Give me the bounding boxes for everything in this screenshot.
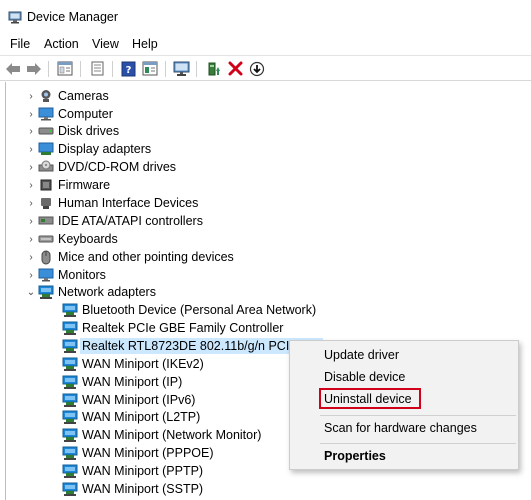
- menu-file[interactable]: File: [10, 37, 30, 51]
- title-bar: Device Manager: [0, 0, 531, 34]
- tree-item-wan-network-monitor[interactable]: WAN Miniport (Network Monitor): [62, 426, 261, 444]
- chevron-right-icon[interactable]: ›: [24, 212, 38, 230]
- context-menu: Update driver Disable device Uninstall d…: [289, 340, 519, 470]
- tree-item-dvd-drives[interactable]: › DVD/CD-ROM drives: [24, 158, 176, 176]
- tree-item-monitors[interactable]: › Monitors: [24, 266, 106, 284]
- scan-hardware-icon[interactable]: [172, 60, 190, 77]
- forward-arrow-icon[interactable]: [25, 60, 43, 77]
- chevron-right-icon[interactable]: ›: [24, 140, 38, 158]
- svg-text:?: ?: [125, 65, 131, 76]
- tree-item-wan-l2tp[interactable]: WAN Miniport (L2TP): [62, 408, 200, 426]
- mouse-icon: [38, 249, 54, 265]
- network-adapter-icon: [62, 427, 78, 443]
- chevron-right-icon[interactable]: ›: [24, 266, 38, 284]
- window-title: Device Manager: [27, 10, 119, 24]
- tree-item-wan-ipv6[interactable]: WAN Miniport (IPv6): [62, 391, 195, 409]
- tree-item-wan-ikev2[interactable]: WAN Miniport (IKEv2): [62, 355, 204, 373]
- network-adapter-icon: [62, 409, 78, 425]
- network-adapter-icon: [62, 481, 78, 497]
- network-adapter-icon: [62, 302, 78, 318]
- view-icon[interactable]: [141, 60, 159, 77]
- chevron-right-icon[interactable]: ›: [24, 194, 38, 212]
- computer-icon: [38, 106, 54, 122]
- update-driver-icon[interactable]: [204, 60, 222, 77]
- firmware-icon: [38, 177, 54, 193]
- dvd-drive-icon: [38, 159, 54, 175]
- tree-item-computer[interactable]: › Computer: [24, 105, 113, 123]
- camera-icon: [38, 88, 54, 104]
- network-adapter-icon: [62, 392, 78, 408]
- network-adapter-icon: [62, 374, 78, 390]
- tree-item-wan-ip[interactable]: WAN Miniport (IP): [62, 373, 182, 391]
- tree-item-hid[interactable]: › Human Interface Devices: [24, 194, 198, 212]
- tree-item-ide-controllers[interactable]: › IDE ATA/ATAPI controllers: [24, 212, 203, 230]
- network-adapter-icon: [62, 463, 78, 479]
- tree-item-wan-pptp[interactable]: WAN Miniport (PPTP): [62, 462, 203, 480]
- tree-item-network-adapters[interactable]: ⌄ Network adapters: [24, 283, 156, 301]
- chevron-right-icon[interactable]: ›: [24, 248, 38, 266]
- tree-item-wan-pppoe[interactable]: WAN Miniport (PPPOE): [62, 444, 214, 462]
- menu-view[interactable]: View: [92, 37, 119, 51]
- tree-item-mice[interactable]: › Mice and other pointing devices: [24, 248, 234, 266]
- menu-item-properties[interactable]: Properties: [290, 445, 518, 467]
- keyboard-icon: [38, 231, 54, 247]
- chevron-right-icon[interactable]: ›: [24, 230, 38, 248]
- tree-item-cameras[interactable]: › Cameras: [24, 87, 108, 105]
- chevron-right-icon[interactable]: ›: [24, 176, 38, 194]
- tree-item-firmware[interactable]: › Firmware: [24, 176, 110, 194]
- menu-item-update-driver[interactable]: Update driver: [290, 344, 518, 366]
- uninstall-highlight-box: [319, 388, 421, 409]
- menu-help[interactable]: Help: [132, 37, 158, 51]
- tree-item-wan-sstp[interactable]: WAN Miniport (SSTP): [62, 480, 203, 498]
- tree-item-realtek-wifi[interactable]: Realtek RTL8723DE 802.11b/g/n PCIe Ada: [62, 337, 324, 355]
- network-adapter-icon: [38, 284, 54, 300]
- menu-separator: [320, 443, 516, 444]
- tree-item-disk-drives[interactable]: › Disk drives: [24, 122, 119, 140]
- network-adapter-icon: [62, 338, 78, 354]
- show-hide-console-tree-icon[interactable]: [56, 60, 74, 77]
- menu-item-disable-device[interactable]: Disable device: [290, 366, 518, 388]
- network-adapter-icon: [62, 356, 78, 372]
- device-manager-icon: [8, 11, 22, 24]
- chevron-right-icon[interactable]: ›: [24, 105, 38, 123]
- network-adapter-icon: [62, 445, 78, 461]
- menu-action[interactable]: Action: [44, 37, 79, 51]
- properties-icon[interactable]: [88, 60, 106, 77]
- back-arrow-icon[interactable]: [4, 60, 22, 77]
- monitor-icon: [38, 267, 54, 283]
- menu-separator: [320, 415, 516, 416]
- menu-bar: File Action View Help: [0, 34, 531, 55]
- help-icon[interactable]: ?: [119, 60, 137, 77]
- tree-item-realtek-gbe[interactable]: Realtek PCIe GBE Family Controller: [62, 319, 283, 337]
- network-adapter-icon: [62, 320, 78, 336]
- tree-item-keyboards[interactable]: › Keyboards: [24, 230, 117, 248]
- chevron-right-icon[interactable]: ›: [24, 87, 38, 105]
- tree-item-display-adapters[interactable]: › Display adapters: [24, 140, 151, 158]
- chevron-right-icon[interactable]: ›: [24, 158, 38, 176]
- tree-item-bluetooth-pan[interactable]: Bluetooth Device (Personal Area Network): [62, 301, 316, 319]
- menu-item-scan-hardware[interactable]: Scan for hardware changes: [290, 417, 518, 439]
- toolbar: ?: [0, 55, 531, 81]
- uninstall-icon[interactable]: [226, 60, 244, 77]
- chevron-right-icon[interactable]: ›: [24, 122, 38, 140]
- hid-icon: [38, 195, 54, 211]
- disable-device-icon[interactable]: [248, 60, 266, 77]
- chevron-down-icon[interactable]: ⌄: [24, 283, 38, 301]
- disk-drive-icon: [38, 123, 54, 139]
- ide-controller-icon: [38, 213, 54, 229]
- display-adapter-icon: [38, 141, 54, 157]
